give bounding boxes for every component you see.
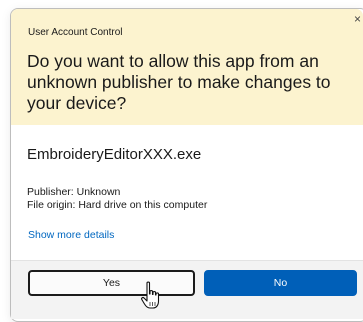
close-icon[interactable]: × — [354, 12, 361, 26]
app-name: EmbroideryEditorXXX.exe — [27, 146, 202, 163]
show-more-details-link[interactable]: Show more details — [28, 229, 114, 241]
yes-button-label: Yes — [102, 277, 121, 289]
publisher-info: Publisher: Unknown — [27, 186, 121, 198]
dialog-title: User Account Control — [28, 27, 123, 38]
no-button-label: No — [273, 277, 288, 289]
file-origin-info: File origin: Hard drive on this computer — [27, 199, 208, 211]
consent-question: Do you want to allow this app from an un… — [27, 51, 331, 113]
yes-button[interactable]: Yes — [28, 270, 195, 296]
no-button[interactable]: No — [204, 270, 357, 296]
